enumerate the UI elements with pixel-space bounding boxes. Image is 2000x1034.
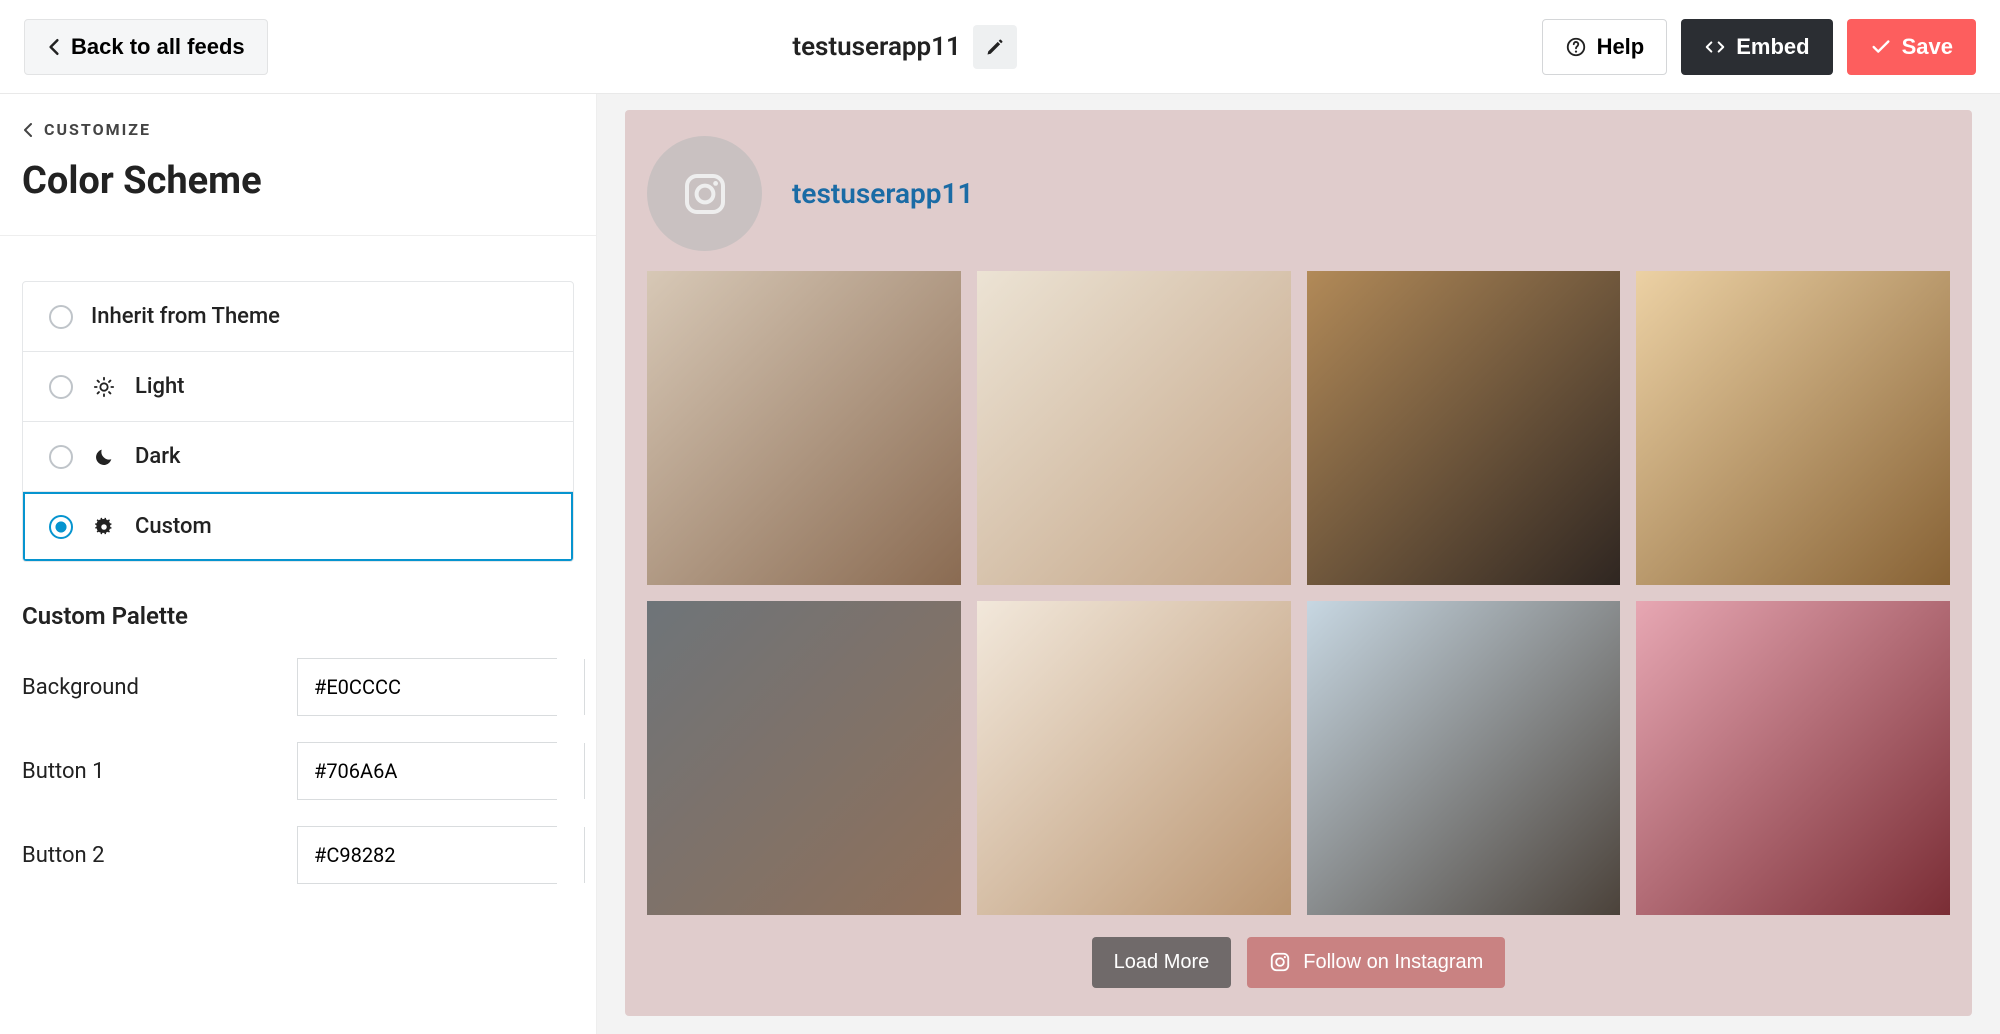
load-more-button[interactable]: Load More: [1092, 937, 1232, 988]
embed-label: Embed: [1736, 34, 1809, 60]
feed-tile[interactable]: [1636, 601, 1950, 915]
chevron-left-icon: [47, 38, 61, 56]
help-label: Help: [1597, 34, 1645, 60]
feed-tile[interactable]: [647, 601, 961, 915]
option-light[interactable]: Light: [23, 351, 573, 421]
option-label: Light: [135, 374, 185, 399]
preview-header: testuserapp11: [647, 136, 1950, 251]
feed-tile[interactable]: [1307, 271, 1621, 585]
button1-swatch[interactable]: [584, 743, 585, 799]
palette-row-background: Background: [22, 658, 574, 716]
background-swatch[interactable]: [584, 659, 585, 715]
palette-title: Custom Palette: [22, 602, 574, 630]
background-hex-field[interactable]: [298, 659, 584, 715]
feed-name-text: testuserapp11: [792, 32, 961, 62]
palette-label: Background: [22, 675, 297, 700]
sun-icon: [91, 376, 117, 398]
instagram-icon: [681, 170, 729, 218]
option-label: Inherit from Theme: [91, 304, 280, 329]
button2-hex-field[interactable]: [298, 827, 584, 883]
help-button[interactable]: Help: [1542, 19, 1668, 75]
radio-icon: [49, 515, 73, 539]
feed-tile[interactable]: [1636, 271, 1950, 585]
radio-icon: [49, 445, 73, 469]
option-inherit[interactable]: Inherit from Theme: [23, 282, 573, 351]
feed-name-block: testuserapp11: [792, 25, 1017, 69]
breadcrumb-label: CUSTOMIZE: [44, 120, 151, 139]
check-icon: [1870, 36, 1892, 58]
moon-icon: [91, 446, 117, 468]
save-button[interactable]: Save: [1847, 19, 1976, 75]
option-label: Dark: [135, 444, 180, 469]
feed-tile[interactable]: [647, 271, 961, 585]
back-to-feeds-button[interactable]: Back to all feeds: [24, 19, 268, 75]
back-label: Back to all feeds: [71, 34, 245, 60]
preview-grid: [647, 271, 1950, 915]
button2-color-input[interactable]: [297, 826, 557, 884]
help-icon: [1565, 36, 1587, 58]
feed-preview: testuserapp11 Load More: [625, 110, 1972, 1016]
follow-label: Follow on Instagram: [1303, 951, 1483, 974]
load-more-label: Load More: [1114, 951, 1210, 974]
save-label: Save: [1902, 34, 1953, 60]
embed-button[interactable]: Embed: [1681, 19, 1832, 75]
sidebar: CUSTOMIZE Color Scheme Inherit from Them…: [0, 94, 597, 1034]
palette-label: Button 1: [22, 759, 297, 784]
custom-palette-section: Custom Palette Background Button 1 Butto…: [0, 562, 596, 884]
preview-actions: Load More Follow on Instagram: [647, 937, 1950, 988]
top-bar: Back to all feeds testuserapp11 Help Emb…: [0, 0, 2000, 94]
color-scheme-options: Inherit from Theme Light Dark: [22, 281, 574, 562]
background-color-input[interactable]: [297, 658, 557, 716]
pencil-icon: [985, 37, 1005, 57]
instagram-icon: [1269, 951, 1291, 973]
feed-tile[interactable]: [1307, 601, 1621, 915]
breadcrumb-customize[interactable]: CUSTOMIZE: [22, 120, 574, 139]
feed-tile[interactable]: [977, 271, 1291, 585]
option-dark[interactable]: Dark: [23, 421, 573, 491]
button2-swatch[interactable]: [584, 827, 585, 883]
feed-tile[interactable]: [977, 601, 1291, 915]
palette-row-button1: Button 1: [22, 742, 574, 800]
preview-area: testuserapp11 Load More: [597, 94, 2000, 1034]
palette-label: Button 2: [22, 843, 297, 868]
chevron-left-icon: [22, 122, 34, 138]
follow-button[interactable]: Follow on Instagram: [1247, 937, 1505, 988]
radio-icon: [49, 375, 73, 399]
avatar: [647, 136, 762, 251]
palette-row-button2: Button 2: [22, 826, 574, 884]
preview-username-link[interactable]: testuserapp11: [792, 177, 974, 210]
radio-icon: [49, 305, 73, 329]
button1-color-input[interactable]: [297, 742, 557, 800]
option-label: Custom: [135, 514, 212, 539]
button1-hex-field[interactable]: [298, 743, 584, 799]
edit-feed-name-button[interactable]: [973, 25, 1017, 69]
page-title: Color Scheme: [22, 159, 574, 235]
code-icon: [1704, 36, 1726, 58]
gear-icon: [91, 516, 117, 538]
option-custom[interactable]: Custom: [23, 491, 573, 561]
